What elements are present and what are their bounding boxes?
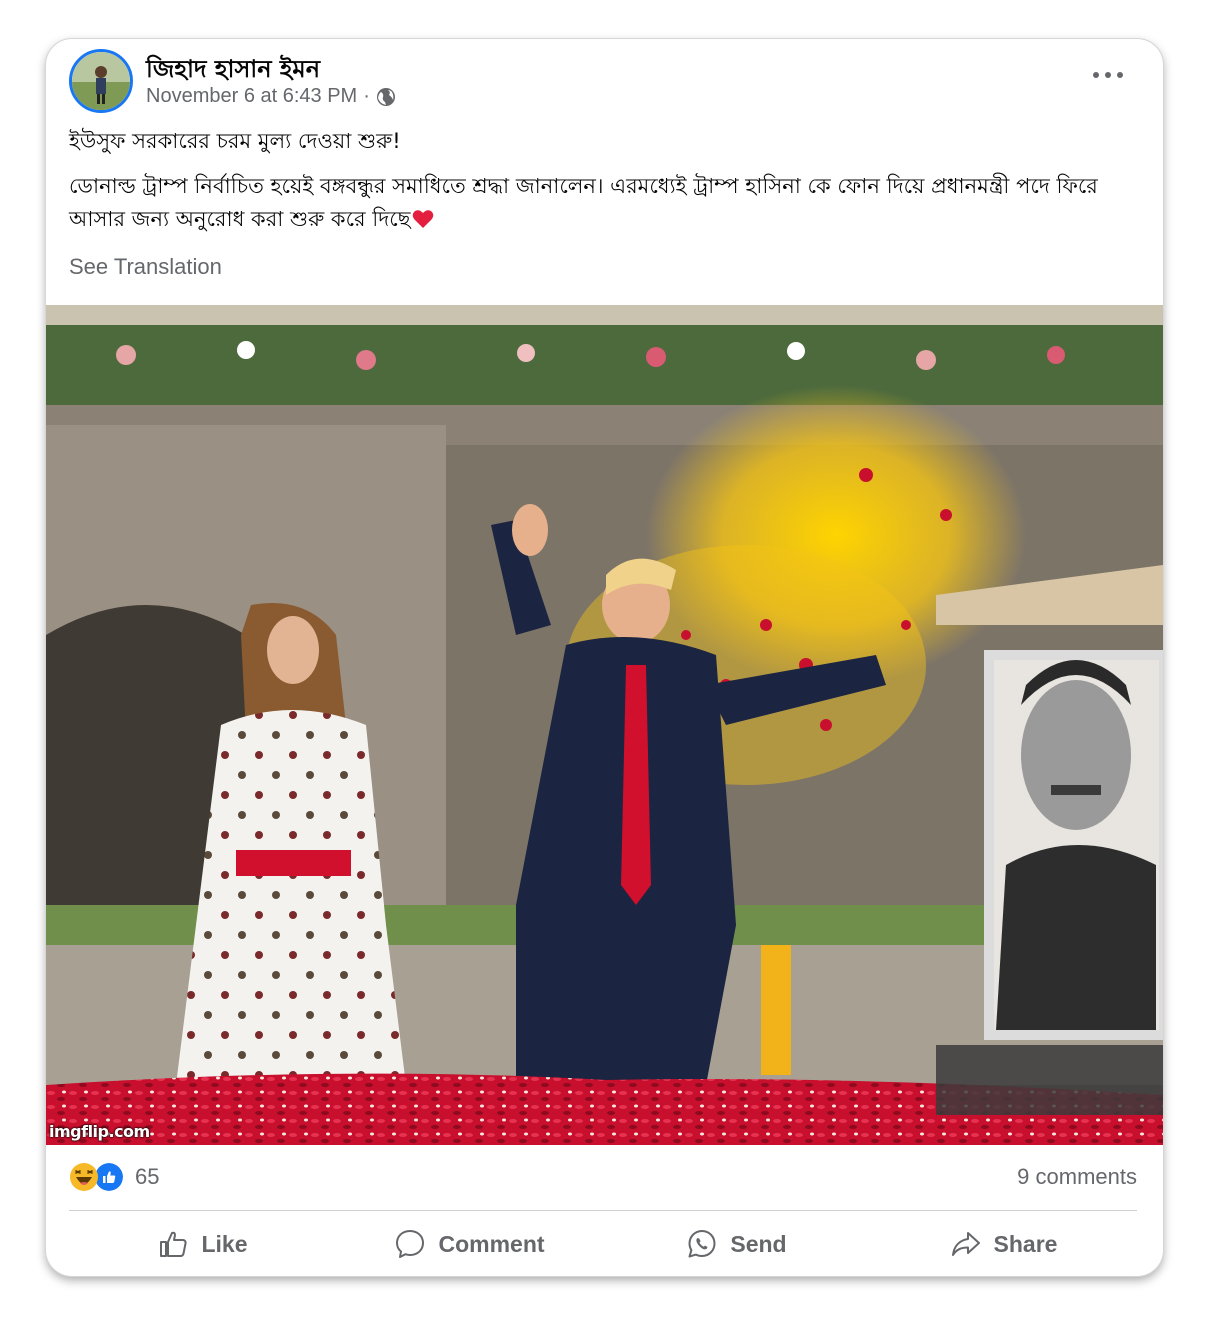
comments-count[interactable]: 9 comments xyxy=(1017,1164,1137,1190)
thumbs-up-icon xyxy=(160,1231,188,1257)
reaction-count: 65 xyxy=(135,1164,160,1189)
post-text: ইউসুফ সরকারের চরম মুল্য দেওয়া শুরু! ডোন… xyxy=(69,125,1139,248)
send-label: Send xyxy=(730,1230,787,1257)
action-divider xyxy=(69,1210,1137,1211)
send-button[interactable]: Send xyxy=(603,1217,870,1271)
heart-icon xyxy=(413,210,434,228)
comment-button[interactable]: Comment xyxy=(336,1217,603,1271)
post-text-line2: ডোনাল্ড ট্রাম্প নির্বাচিত হয়েই বঙ্গবন্ধ… xyxy=(69,170,1139,236)
share-label: Share xyxy=(993,1230,1058,1257)
comment-icon xyxy=(396,1230,425,1258)
post-timestamp[interactable]: November 6 at 6:43 PM xyxy=(146,85,357,108)
avatar-image xyxy=(72,52,130,110)
author-avatar[interactable] xyxy=(69,49,133,113)
reaction-summary[interactable]: 65 xyxy=(69,1159,159,1195)
comment-label: Comment xyxy=(438,1230,545,1257)
post-card: জিহাদ হাসান ইমন November 6 at 6:43 PM · … xyxy=(46,39,1163,1276)
post-text-line2-content: ডোনাল্ড ট্রাম্প নির্বাচিত হয়েই বঙ্গবন্ধ… xyxy=(69,174,1098,231)
post-header: জিহাদ হাসান ইমন November 6 at 6:43 PM · xyxy=(46,39,1163,119)
photo-watermark: imgflip.com xyxy=(49,1122,150,1141)
like-button[interactable]: Like xyxy=(69,1217,336,1271)
post-photo[interactable]: imgflip.com xyxy=(46,305,1163,1145)
photo-image xyxy=(46,305,1163,1145)
share-icon xyxy=(951,1232,980,1256)
see-translation-link[interactable]: See Translation xyxy=(69,254,222,280)
globe-icon xyxy=(376,87,395,106)
more-options-icon[interactable] xyxy=(1093,67,1123,83)
action-bar: Like Comment Send Share xyxy=(69,1217,1137,1271)
post-meta: November 6 at 6:43 PM · xyxy=(146,85,396,108)
share-button[interactable]: Share xyxy=(870,1217,1137,1271)
haha-icon xyxy=(70,1163,98,1191)
like-label: Like xyxy=(201,1230,248,1257)
whatsapp-icon xyxy=(688,1230,716,1258)
meta-separator: · xyxy=(363,85,370,107)
post-text-line1: ইউসুফ সরকারের চরম মুল্য দেওয়া শুরু! xyxy=(69,129,401,153)
